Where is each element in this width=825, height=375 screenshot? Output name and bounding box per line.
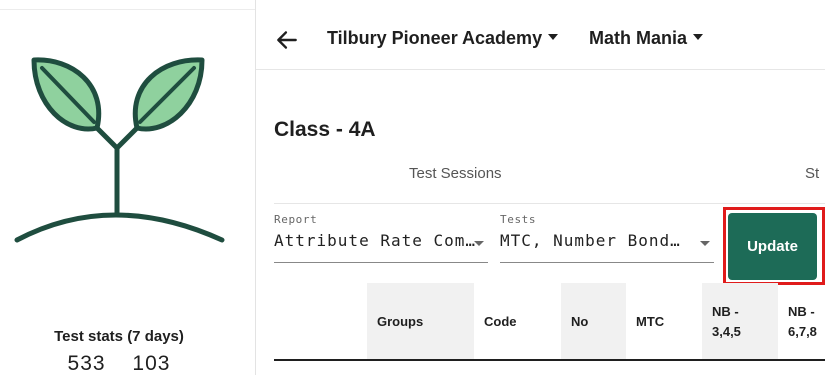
column-header-nb-345[interactable]: NB - 3,4,5: [702, 283, 778, 360]
tests-label: Tests: [500, 213, 537, 226]
stat-value-tests: 533: [67, 352, 106, 375]
tests-select[interactable]: Tests MTC, Number Bond…: [500, 213, 714, 263]
report-select[interactable]: Report Attribute Rate Com…: [274, 213, 488, 263]
tabs-divider: [274, 203, 825, 204]
column-header-mtc[interactable]: MTC: [626, 283, 702, 360]
chevron-down-icon: [693, 34, 704, 41]
arrow-left-icon[interactable]: [274, 27, 300, 53]
column-header-select: [274, 283, 367, 360]
stats-title: Test stats (7 days): [54, 328, 184, 345]
column-header-no[interactable]: No: [561, 283, 626, 360]
column-header-code[interactable]: Code: [474, 283, 561, 360]
report-value: Attribute Rate Com…: [274, 231, 477, 250]
sidebar: Test stats (7 days) 533 103: [0, 0, 255, 375]
sidebar-divider: [0, 9, 255, 10]
column-header-nb-678[interactable]: NB - 6,7,8: [778, 283, 825, 360]
product-name: Math Mania: [589, 28, 688, 48]
column-header-nb-345-line1: NB -: [712, 303, 739, 319]
column-header-nb-678-line2: 6,7,8: [788, 323, 817, 339]
stat-value-students: 103: [132, 352, 171, 375]
column-header-nb-345-line2: 3,4,5: [712, 323, 741, 339]
column-header-groups[interactable]: Groups: [367, 283, 474, 360]
tab-students[interactable]: St: [805, 165, 825, 182]
top-header: Tilbury Pioneer Academy Math Mania: [256, 10, 825, 70]
school-name: Tilbury Pioneer Academy: [327, 28, 543, 48]
chevron-down-icon: [548, 34, 559, 41]
dropdown-arrow-icon: [474, 241, 484, 246]
product-selector[interactable]: Math Mania: [589, 28, 704, 49]
dropdown-arrow-icon: [700, 241, 710, 246]
table-header-underline: [274, 359, 825, 361]
report-label: Report: [274, 213, 318, 226]
update-button[interactable]: Update: [728, 213, 817, 280]
school-selector[interactable]: Tilbury Pioneer Academy: [327, 28, 559, 49]
table-header: Groups Code No MTC NB - 3,4,5 NB - 6,7,8: [274, 283, 825, 360]
column-header-nb-678-line1: NB -: [788, 303, 815, 319]
stats-values: 533 103: [0, 352, 238, 375]
tests-value: MTC, Number Bond…: [500, 231, 681, 250]
page-title: Class - 4A: [274, 118, 376, 141]
tab-test-sessions[interactable]: Test Sessions: [409, 165, 502, 182]
sprout-logo: [14, 57, 225, 243]
